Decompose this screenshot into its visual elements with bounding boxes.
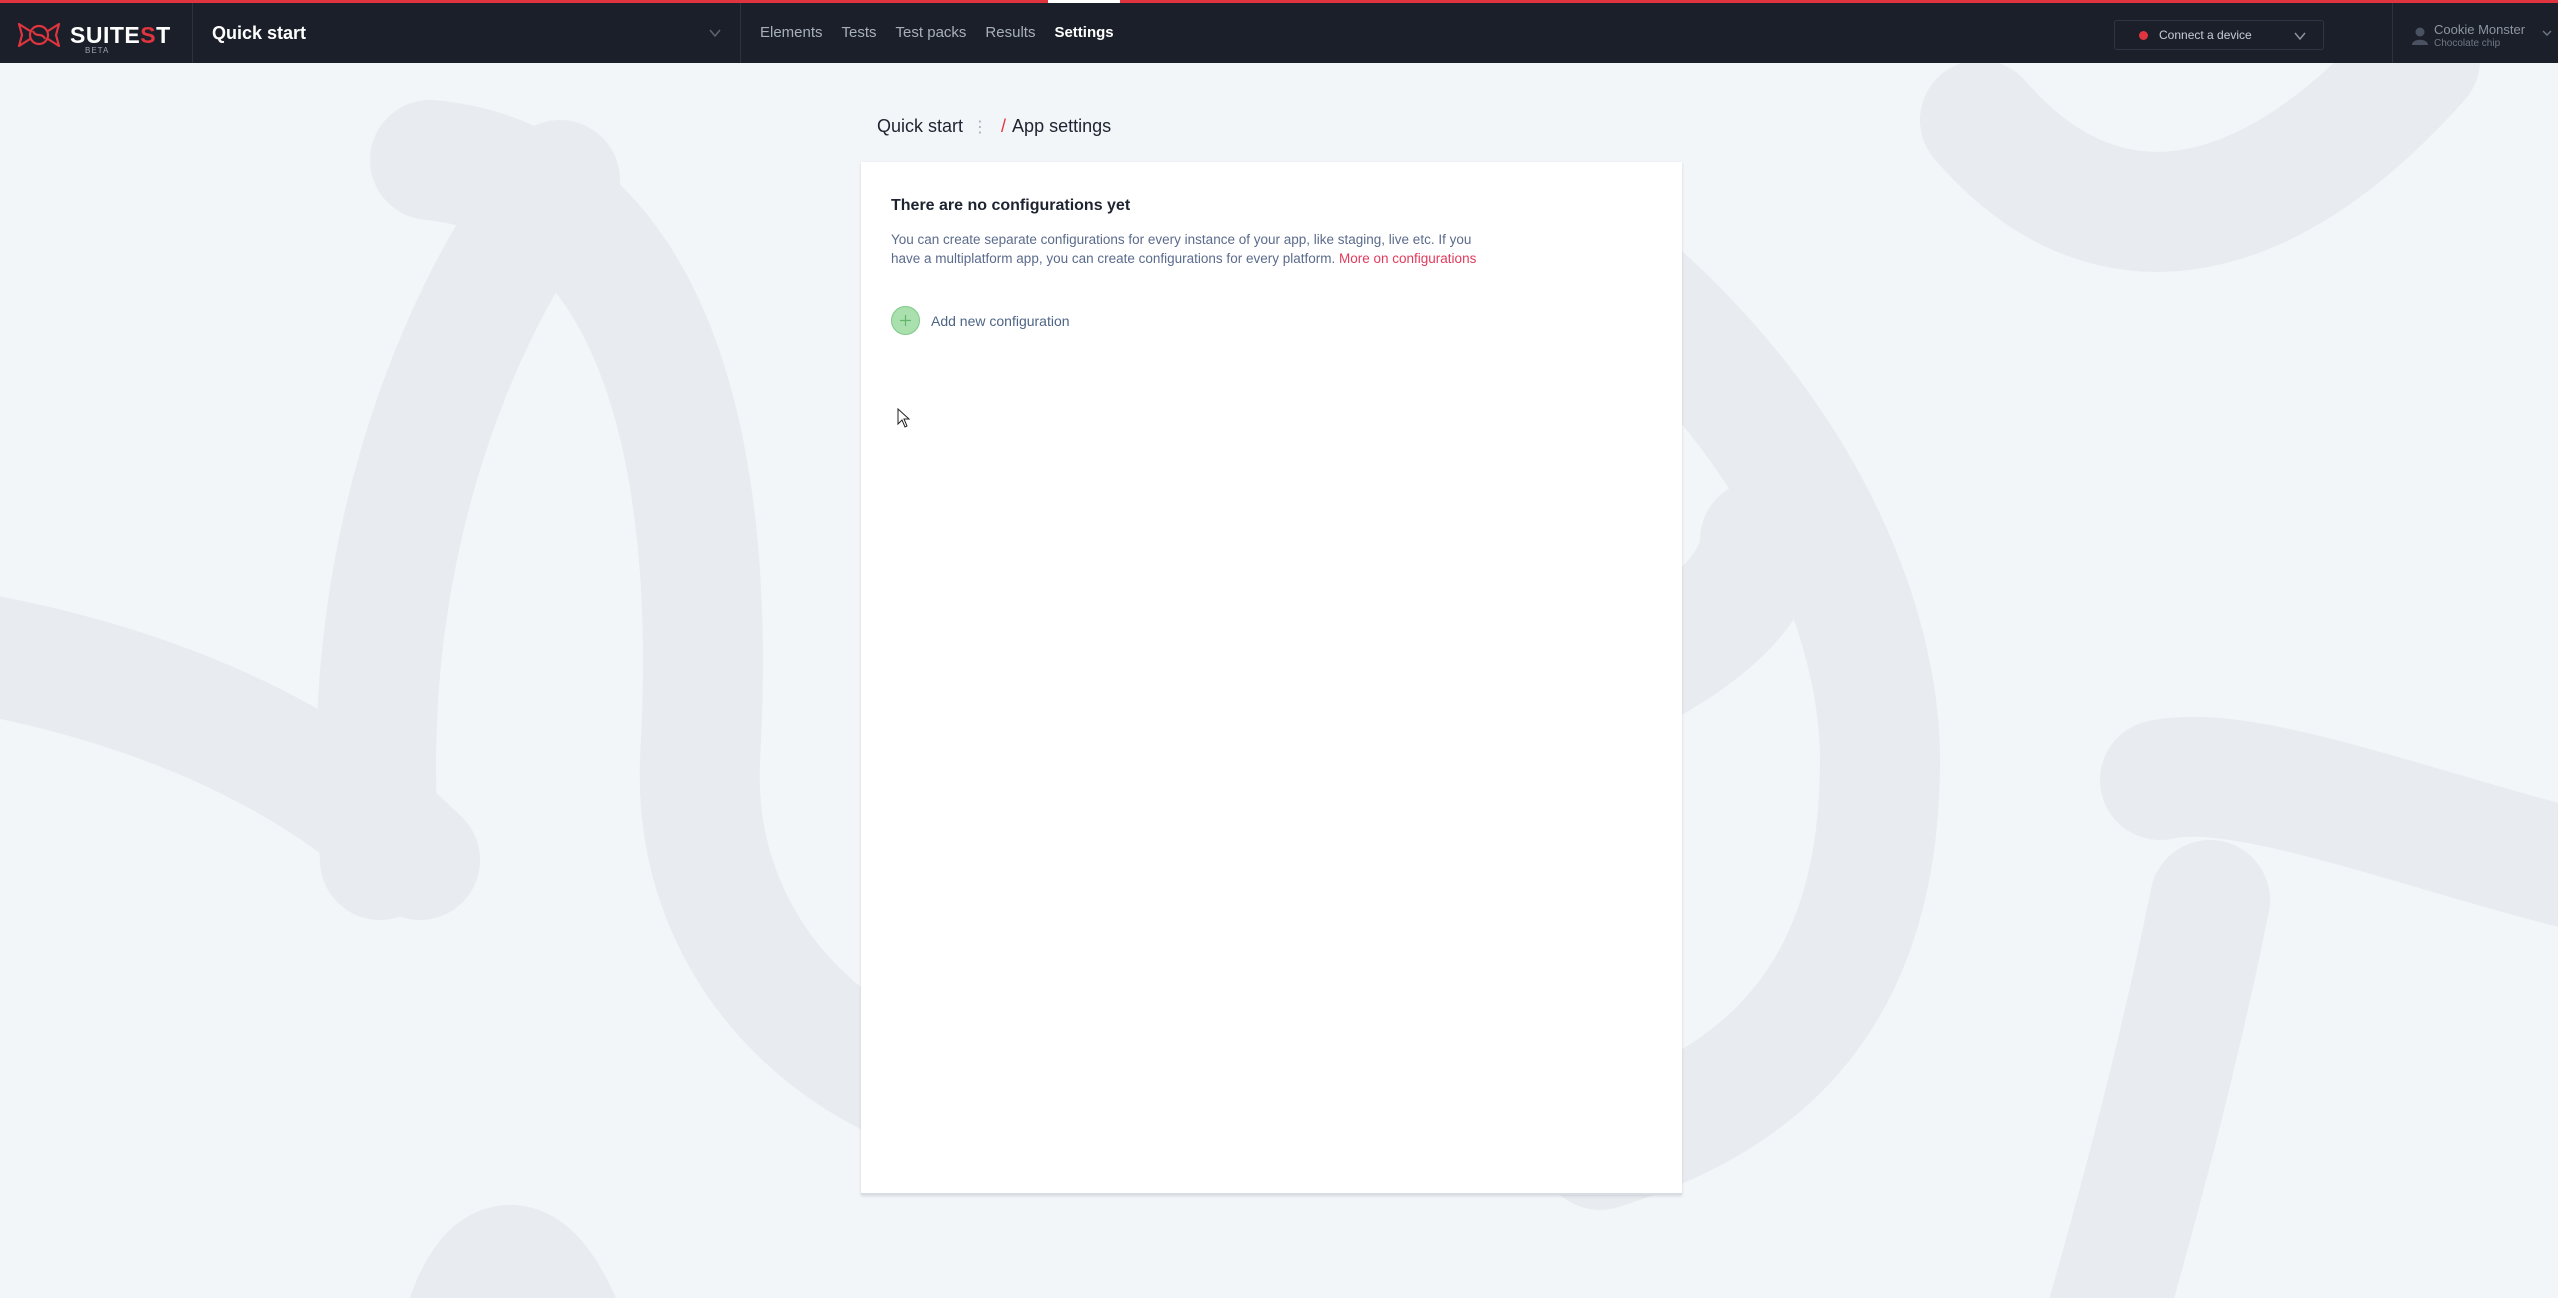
nav-tests[interactable]: Tests [842,3,877,63]
empty-state-title: There are no configurations yet [891,197,1131,214]
nav-elements[interactable]: Elements [760,3,823,63]
app-logo[interactable]: SUITEST BETA [16,18,171,55]
breadcrumb-root[interactable]: Quick start [877,116,963,137]
connect-device-dropdown[interactable]: Connect a device [2114,20,2324,50]
divider [740,3,741,63]
divider [192,3,193,63]
beta-badge: BETA [85,46,110,55]
add-configuration-button[interactable]: Add new configuration [891,306,1070,335]
nav-results[interactable]: Results [985,3,1035,63]
user-subtitle: Chocolate chip [2434,38,2501,49]
top-navbar: SUITEST BETA Quick start Elements Tests … [0,0,2558,63]
chevron-down-icon[interactable] [708,26,722,40]
breadcrumb: Quick start ⋮ / App settings [877,116,1111,137]
connect-device-label: Connect a device [2159,28,2252,42]
breadcrumb-current: App settings [1012,116,1112,136]
nav-settings[interactable]: Settings [1048,0,1120,63]
user-name: Cookie Monster [2434,22,2526,37]
empty-state-description: You can create separate configurations f… [891,230,1501,268]
mouse-cursor-icon [897,408,911,428]
candy-logo-icon [17,22,61,48]
user-menu[interactable]: Cookie Monster Chocolate chip [2403,3,2558,63]
chevron-down-icon [2294,32,2306,41]
status-dot-icon [2139,30,2148,40]
breadcrumb-separator: / [1001,116,1007,136]
user-avatar-icon [2412,27,2428,45]
logo-wordmark: SUITEST [70,21,171,48]
chevron-down-icon [2542,30,2552,36]
nav-test-packs[interactable]: Test packs [896,3,967,63]
plus-icon [891,306,920,335]
divider [2392,3,2393,63]
project-selector-label[interactable]: Quick start [212,23,306,44]
more-on-configurations-link[interactable]: More on configurations [1339,251,1476,266]
configurations-card: There are no configurations yet You can … [861,162,1682,1195]
more-vertical-icon[interactable]: ⋮ [972,117,988,137]
add-configuration-label: Add new configuration [931,312,1070,329]
main-nav: Elements Tests Test packs Results Settin… [760,0,1133,63]
